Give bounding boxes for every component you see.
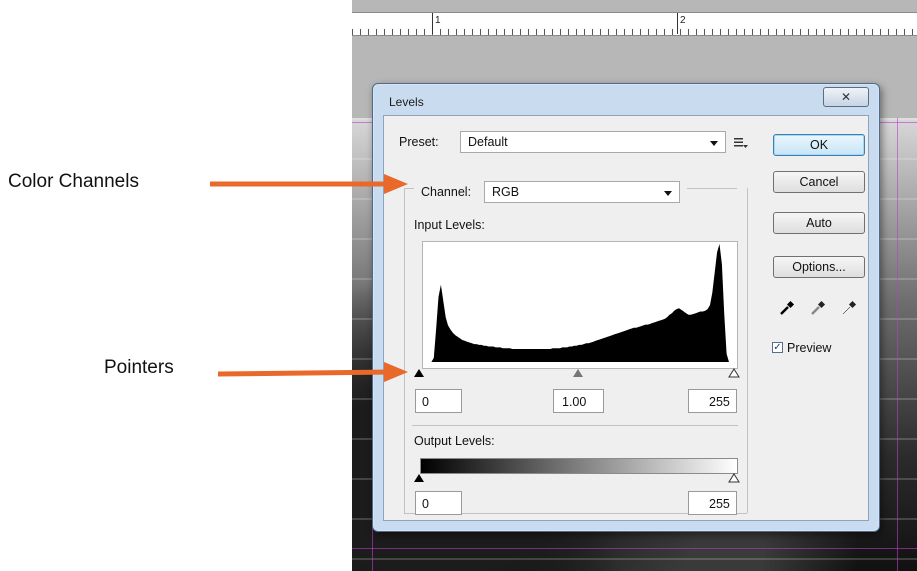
color-channels-arrow	[210, 174, 408, 194]
pointers-annotation: Pointers	[104, 357, 174, 378]
output-white-value: 255	[709, 497, 730, 511]
separator	[412, 425, 738, 426]
output-black-field[interactable]: 0	[415, 491, 462, 515]
black-eyedropper-icon[interactable]	[779, 300, 795, 316]
close-button[interactable]: ✕	[823, 87, 869, 107]
group-border	[687, 188, 737, 189]
preview-label[interactable]: Preview	[787, 341, 831, 355]
preset-menu-icon[interactable]	[734, 137, 748, 149]
color-channels-annotation: Color Channels	[8, 171, 139, 192]
white-eyedropper-icon[interactable]	[841, 300, 857, 316]
output-black-slider[interactable]	[414, 474, 424, 482]
histogram-graph	[429, 244, 729, 362]
group-border	[747, 188, 748, 513]
output-black-value: 0	[422, 497, 429, 511]
input-white-field[interactable]: 255	[688, 389, 737, 413]
horizontal-ruler: 1 2	[352, 12, 917, 36]
input-gamma-field[interactable]: 1.00	[553, 389, 604, 413]
input-black-point-slider[interactable]	[414, 369, 424, 377]
output-white-slider[interactable]	[728, 473, 740, 483]
input-white-point-slider[interactable]	[728, 368, 740, 378]
input-gamma-value: 1.00	[562, 395, 587, 409]
group-border	[404, 188, 405, 513]
gray-eyedropper-icon[interactable]	[810, 300, 826, 316]
channel-dropdown[interactable]: RGB	[484, 181, 680, 203]
channel-value: RGB	[492, 185, 520, 199]
checkmark-icon: ✓	[773, 342, 782, 353]
cancel-button[interactable]: Cancel	[773, 171, 865, 193]
pointers-arrow	[218, 362, 408, 382]
output-gradient-bar	[420, 458, 738, 474]
close-icon: ✕	[840, 90, 852, 104]
ok-button[interactable]: OK	[773, 134, 865, 156]
ruler-label-1: 1	[435, 15, 441, 26]
chevron-down-icon	[710, 141, 718, 146]
input-black-value: 0	[422, 395, 429, 409]
auto-button[interactable]: Auto	[773, 212, 865, 234]
input-white-value: 255	[709, 395, 730, 409]
guide-line	[897, 118, 898, 571]
dialog-title: Levels	[389, 95, 424, 109]
ruler-major-tick	[677, 13, 678, 34]
guide-line	[352, 548, 917, 549]
preset-label: Preset:	[399, 135, 439, 149]
preset-value: Default	[468, 135, 508, 149]
ruler-label-2: 2	[680, 15, 686, 26]
preview-checkbox[interactable]: ✓	[772, 342, 783, 353]
dialog-titlebar[interactable]: Levels ✕	[373, 84, 879, 114]
channel-label: Channel:	[421, 185, 472, 199]
output-white-field[interactable]: 255	[688, 491, 737, 515]
output-levels-label: Output Levels:	[414, 434, 495, 448]
histogram-area	[429, 244, 729, 362]
input-black-field[interactable]: 0	[415, 389, 462, 413]
input-levels-label: Input Levels:	[414, 218, 485, 232]
options-button[interactable]: Options...	[773, 256, 865, 278]
preset-dropdown[interactable]: Default	[460, 131, 726, 153]
chevron-down-icon	[664, 191, 672, 196]
input-gamma-slider[interactable]	[573, 369, 583, 377]
histogram	[422, 241, 738, 369]
ruler-major-tick	[432, 13, 433, 34]
